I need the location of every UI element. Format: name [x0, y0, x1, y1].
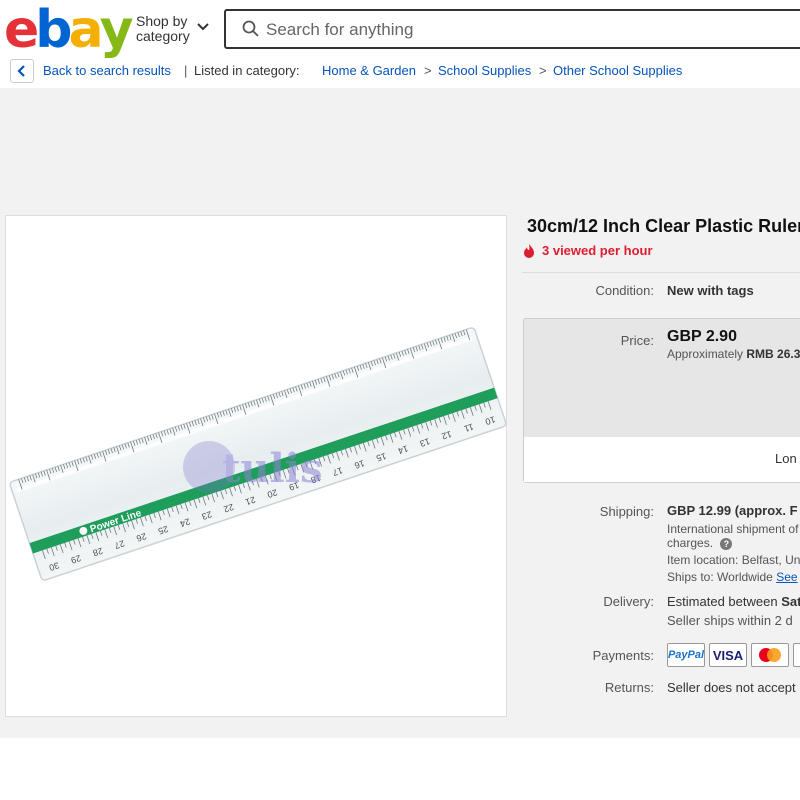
payment-badge-partial [793, 643, 800, 667]
shipping-note: International shipment of [667, 522, 799, 536]
chevron-down-icon[interactable] [196, 22, 210, 32]
breadcrumb-item-school-supplies[interactable]: School Supplies [438, 63, 531, 78]
title-divider [522, 272, 800, 273]
help-icon[interactable]: ? [720, 538, 733, 550]
watermark-text: tulis [222, 445, 322, 492]
chevron-left-icon [17, 65, 25, 77]
payments-label: Payments: [592, 648, 654, 663]
search-placeholder: Search for anything [266, 20, 414, 39]
product-image: 3029282726252423222120191817161514131211… [9, 327, 507, 581]
visa-badge: VISA [709, 643, 747, 667]
price-label: Price: [620, 333, 654, 348]
listing-title: 30cm/12 Inch Clear Plastic Ruler [527, 216, 800, 236]
listed-in-label: Listed in category: [194, 63, 300, 78]
search-icon [242, 20, 259, 37]
price-value: GBP 2.90 [667, 328, 737, 345]
back-button[interactable] [10, 59, 34, 83]
delivery-date: Sat [781, 594, 800, 609]
shop-by-line2: category [136, 28, 190, 44]
breadcrumb-item-other-school-supplies[interactable]: Other School Supplies [553, 63, 682, 78]
logo-letter-y: y [99, 0, 134, 60]
charges-text: charges. [667, 536, 714, 550]
views-per-hour: 3 viewed per hour [542, 243, 653, 258]
approx-label: Approximately [667, 347, 744, 361]
logo-letter-a: a [68, 0, 104, 60]
see-details-link[interactable]: See [776, 570, 797, 584]
breadcrumb-item-home-garden[interactable]: Home & Garden [322, 63, 416, 78]
logo-letter-b: b [35, 0, 72, 60]
item-location: Item location: Belfast, Un [667, 553, 800, 567]
mastercard-icon [751, 643, 789, 667]
breadcrumb-divider: | [184, 63, 188, 78]
product-image-card[interactable]: 30 29 28 27 26 25 24 23 22 21 20 19 18 17 16 15 14 13 12 11… [5, 215, 507, 717]
ships-to: Ships to: Worldwide See [667, 570, 798, 584]
shop-by-line1: Shop by [136, 13, 188, 29]
back-to-search-link[interactable]: Back to search results [43, 63, 171, 78]
delivery-prefix: Estimated between [667, 594, 778, 609]
item-location-label: Item location: [667, 553, 739, 567]
partial-action-button[interactable]: Lon [775, 451, 797, 466]
approx-price: Approximately RMB 26.3 [667, 347, 800, 361]
returns-value: Seller does not accept r [667, 680, 800, 695]
fire-icon [524, 244, 534, 258]
watermark: tulis [183, 441, 322, 493]
price-box-footer [524, 437, 800, 482]
delivery-estimate: Estimated between Sat [667, 594, 800, 609]
delivery-note: Seller ships within 2 d [667, 613, 793, 628]
shop-by-category-button[interactable]: Shop by category [136, 14, 190, 44]
shipping-label: Shipping: [599, 504, 654, 519]
breadcrumb-separator: > [539, 63, 547, 78]
ships-to-value: Worldwide [717, 570, 773, 584]
approx-value: RMB 26.3 [746, 347, 800, 361]
condition-label: Condition: [595, 283, 654, 298]
logo-letter-e: e [4, 0, 39, 60]
paypal-badge: PayPal [667, 643, 705, 667]
ebay-logo[interactable]: e b a y [4, 0, 134, 60]
delivery-label: Delivery: [603, 594, 654, 609]
breadcrumb-separator: > [424, 63, 432, 78]
shipping-value: GBP 12.99 (approx. F [667, 503, 798, 518]
returns-label: Returns: [604, 680, 654, 695]
ships-to-label: Ships to: [667, 570, 714, 584]
item-location-value: Belfast, Un [741, 553, 800, 567]
condition-value: New with tags [667, 283, 754, 298]
shipping-note-charges: charges. ? [667, 536, 733, 550]
